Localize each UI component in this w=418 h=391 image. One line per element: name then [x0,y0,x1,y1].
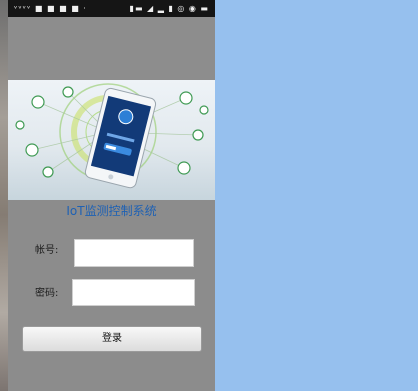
password-input[interactable] [72,279,195,306]
thermometer-node-icon [192,129,204,141]
phone-screen: ᵛᵛᵛᵛ ■ ■ ■ ■ · ▮▬ ◢ ▂ ▮ ◎ ◉ ▬ IoT监测控制系统 … [8,0,215,391]
background-edge [0,0,8,391]
signal-node-icon [199,105,209,115]
login-button[interactable]: 登录 [22,326,202,352]
status-bar-system-icons: ▮▬ ◢ ▂ ▮ ◎ ◉ ▬ [129,4,209,13]
gear-node-icon [42,166,54,178]
account-label: 帐号: [35,245,59,256]
iot-illustration [15,83,209,189]
sensor-node-icon [31,95,45,109]
password-label: 密码: [35,288,59,299]
app-title: IoT监测控制系统 [66,204,157,218]
lock-node-icon [177,161,191,175]
account-input[interactable] [74,239,194,267]
camera-node-icon [179,91,193,105]
monitor-node-icon [25,143,39,157]
blank-background-panel [215,0,418,391]
wifi-node-icon [62,86,74,98]
iot-banner-image [8,80,215,200]
header-spacer [8,17,215,80]
status-bar-notification-icons: ᵛᵛᵛᵛ ■ ■ ■ ■ · [14,4,87,13]
status-bar: ᵛᵛᵛᵛ ■ ■ ■ ■ · ▮▬ ◢ ▂ ▮ ◎ ◉ ▬ [8,0,215,17]
bulb-node-icon [15,120,25,130]
